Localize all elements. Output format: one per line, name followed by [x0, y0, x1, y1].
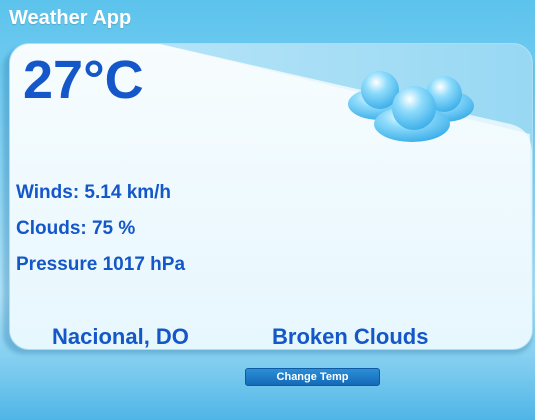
location-label: Nacional, DO — [52, 324, 189, 349]
change-temp-button[interactable]: Change Temp — [245, 368, 380, 386]
winds-label: Winds: 5.14 km/h — [16, 182, 172, 203]
app-title: Weather App — [9, 7, 132, 29]
clouds-icon — [348, 71, 474, 142]
pressure-label: Pressure 1017 hPa — [16, 254, 186, 275]
temperature-value: 27°C — [23, 50, 144, 110]
weather-card: 27°C Winds: 5.14 km/h Clouds: 75 % Press… — [9, 43, 533, 350]
condition-label: Broken Clouds — [272, 324, 429, 349]
clouds-label: Clouds: 75 % — [16, 218, 136, 239]
